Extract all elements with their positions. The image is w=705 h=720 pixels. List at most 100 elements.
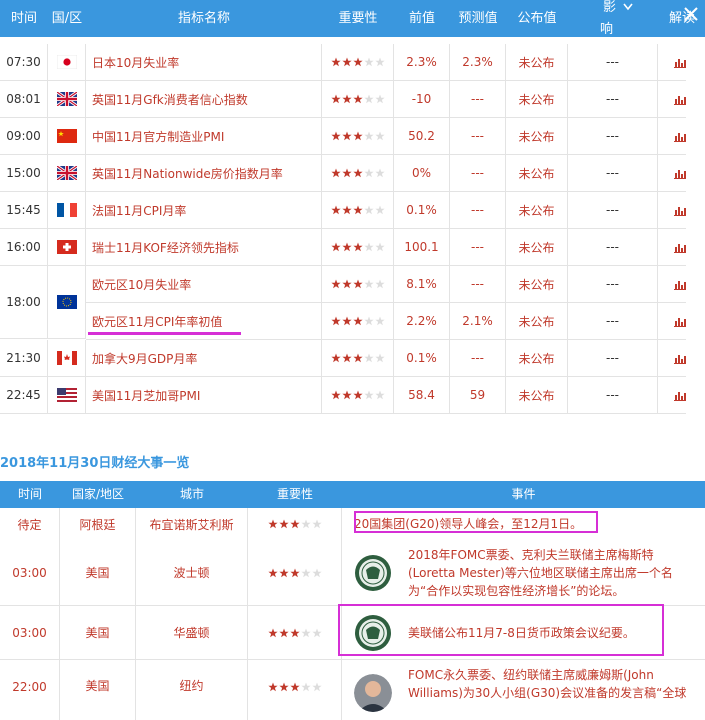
table-row: 21:30 加拿大9月GDP月率 0.1% --- 未公布 --- [0,340,686,377]
fed-seal-icon [355,614,391,651]
star-filled-icon [341,57,352,67]
star-empty-icon [374,94,385,104]
forecast-value: --- [450,81,506,117]
star-empty-icon [374,205,385,215]
event-time: 待定 [0,508,60,540]
impact-value: --- [568,155,658,191]
importance-stars [322,81,394,117]
importance-stars [248,660,342,720]
bar-chart-icon[interactable] [674,94,686,105]
impact-value: --- [568,192,658,228]
actual-value: 未公布 [506,229,568,265]
star-filled-icon [289,568,300,577]
event-text: 美联储公布11月7-8日货币政策会议纪要。 [408,625,635,640]
col-impact[interactable]: 影 响 [590,0,640,37]
event-text: 2018年FOMC票委、克利夫兰联储主席梅斯特(Loretta Mester)等… [408,547,673,598]
forecast-value: --- [450,340,506,376]
star-filled-icon [341,316,352,326]
star-empty-icon [363,242,374,252]
prev-value: 0% [394,155,450,191]
col-forecast: 预测值 [458,11,498,26]
indicator-name[interactable]: 英国11月Gfk消费者信心指数 [86,81,322,117]
bar-chart-icon[interactable] [674,353,686,364]
bar-chart-icon[interactable] [674,316,686,327]
impact-value: --- [568,229,658,265]
event-region: 美国 [60,660,136,720]
importance-stars [322,44,394,80]
forecast-value: 2.1% [450,303,506,339]
uk-flag-icon [56,92,77,106]
indicator-name[interactable]: 中国11月官方制造业PMI [86,118,322,154]
event-city: 波士顿 [136,540,248,605]
bar-chart-icon[interactable] [674,279,686,290]
event-city: 华盛顿 [136,606,248,659]
star-empty-icon [374,242,385,252]
star-empty-icon [363,390,374,400]
indicator-name[interactable]: 欧元区10月失业率 [86,266,322,302]
close-icon[interactable] [681,4,701,24]
importance-stars [322,266,394,302]
importance-stars [322,340,394,376]
prev-value: 50.2 [394,118,450,154]
star-filled-icon [352,131,363,141]
importance-stars [248,508,342,540]
event-region: 阿根廷 [60,508,136,540]
indicator-name[interactable]: 日本10月失业率 [86,44,322,80]
bar-chart-icon[interactable] [674,57,686,68]
star-empty-icon [363,279,374,289]
star-empty-icon [311,519,322,529]
indicator-name[interactable]: 法国11月CPI月率 [86,192,322,228]
events-table-header: 时间 国家/地区 城市 重要性 事件 [0,481,705,508]
bar-chart-icon[interactable] [674,168,686,179]
col-region: 国/区 [51,11,83,26]
indicator-name[interactable]: 加拿大9月GDP月率 [86,340,322,376]
bar-chart-icon[interactable] [674,242,686,253]
star-filled-icon [330,205,341,215]
star-filled-icon [267,568,278,577]
actual-value: 未公布 [506,155,568,191]
highlight-underline [88,332,241,335]
importance-stars [322,377,394,413]
star-filled-icon [330,279,341,289]
importance-stars [322,303,394,339]
star-filled-icon [352,316,363,326]
star-filled-icon [330,131,341,141]
bar-chart-icon[interactable] [674,205,686,216]
row-time: 09:00 [0,118,48,154]
star-filled-icon [267,682,278,692]
actual-value: 未公布 [506,118,568,154]
event-city: 纽约 [136,660,248,720]
row-time: 22:45 [0,377,48,413]
star-filled-icon [330,390,341,400]
star-empty-icon [300,628,311,637]
star-filled-icon [341,94,352,104]
event-time: 03:00 [0,540,60,605]
star-filled-icon [352,94,363,104]
actual-value: 未公布 [506,81,568,117]
bar-chart-icon[interactable] [674,390,686,401]
uk-flag-icon [56,166,77,180]
forecast-value: 2.3% [450,44,506,80]
prev-value: 100.1 [394,229,450,265]
prev-value: 2.2% [394,303,450,339]
event-row: 待定 阿根廷 布宜诺斯艾利斯 20国集团(G20)领导人峰会，至12月1日。 [0,508,705,541]
row-time: 07:30 [0,44,48,80]
bar-chart-icon[interactable] [674,131,686,142]
star-filled-icon [278,628,289,637]
impact-value: --- [568,377,658,413]
star-filled-icon [341,353,352,363]
indicator-name[interactable]: 瑞士11月KOF经济领先指标 [86,229,322,265]
importance-stars [322,118,394,154]
table-row: 07:30 日本10月失业率 2.3% 2.3% 未公布 --- [0,44,686,81]
indicator-name[interactable]: 美国11月芝加哥PMI [86,377,322,413]
star-filled-icon [289,682,300,692]
col-actual: 公布值 [517,11,557,26]
row-time: 16:00 [0,229,48,265]
star-empty-icon [363,168,374,178]
indicator-name[interactable]: 英国11月Nationwide房价指数月率 [86,155,322,191]
china-flag-icon [56,129,77,143]
star-empty-icon [363,94,374,104]
impact-value: --- [568,118,658,154]
person-photo-icon [354,674,392,712]
prev-value: 8.1% [394,266,450,302]
